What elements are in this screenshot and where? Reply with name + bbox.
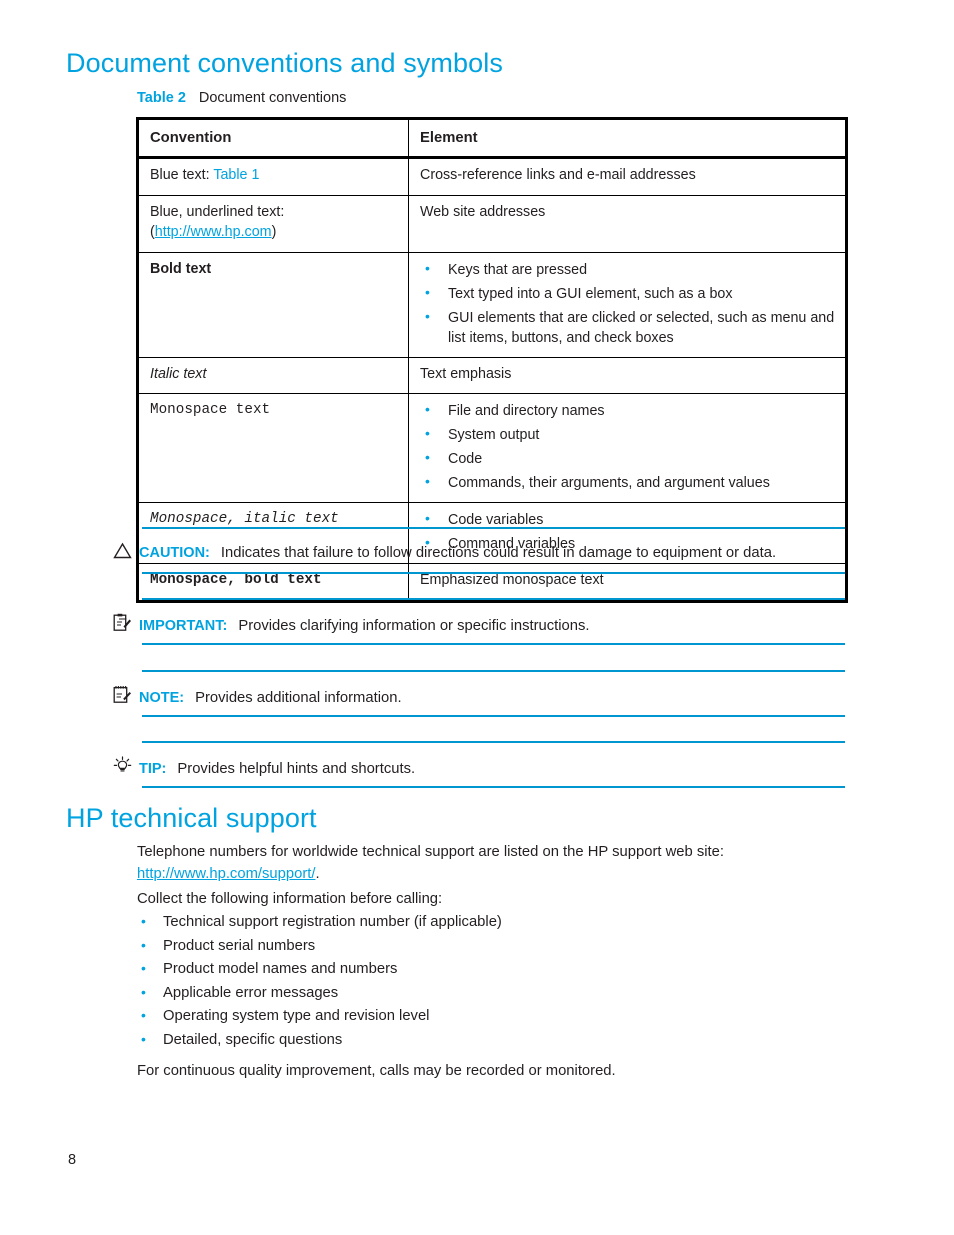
notice-tip: TIP: Provides helpful hints and shortcut… bbox=[113, 741, 845, 788]
cell-element: Web site addresses bbox=[408, 195, 847, 253]
table-caption: Table 2 Document conventions bbox=[137, 90, 346, 106]
caution-triangle-icon bbox=[113, 542, 139, 559]
cell-element: File and directory names System output C… bbox=[408, 393, 847, 504]
cell-convention: Italic text bbox=[137, 356, 409, 395]
list-item: Product serial numbers bbox=[137, 938, 837, 963]
divider-line bbox=[142, 598, 845, 600]
support-intro-text: Telephone numbers for worldwide technica… bbox=[137, 844, 724, 860]
cell-convention: Blue, underlined text: (http://www.hp.co… bbox=[137, 195, 409, 253]
lightbulb-icon bbox=[113, 756, 139, 775]
divider-line bbox=[142, 643, 845, 645]
divider-line bbox=[142, 527, 845, 529]
table-header-row: Convention Element bbox=[137, 117, 847, 160]
list-item: System output bbox=[420, 424, 835, 445]
section-heading-document-conventions: Document conventions and symbols bbox=[66, 48, 503, 78]
cell-element: Cross-reference links and e-mail address… bbox=[408, 157, 847, 197]
element-bullet-list: Keys that are pressed Text typed into a … bbox=[420, 259, 835, 348]
notice-text: Indicates that failure to follow directi… bbox=[220, 545, 777, 561]
notice-content: TIP: Provides helpful hints and shortcut… bbox=[113, 754, 845, 777]
notice-important: IMPORTANT: Provides clarifying informati… bbox=[113, 598, 845, 645]
notice-label: IMPORTANT: bbox=[139, 618, 228, 634]
table-row: Italic text Text emphasis bbox=[137, 356, 847, 395]
notice-content: NOTE: Provides additional information. bbox=[113, 683, 845, 706]
table-row: Bold text Keys that are pressed Text typ… bbox=[137, 251, 847, 358]
table-row: Monospace text File and directory names … bbox=[137, 393, 847, 504]
table-1-link[interactable]: Table 1 bbox=[213, 167, 259, 183]
list-item: Technical support registration number (i… bbox=[137, 914, 837, 939]
notice-text: Provides helpful hints and shortcuts. bbox=[177, 761, 416, 777]
table-caption-label: Table 2 bbox=[137, 90, 186, 106]
sentence-period: . bbox=[315, 866, 320, 883]
table-row: Blue text: Table 1 Cross-reference links… bbox=[137, 157, 847, 197]
notice-label: CAUTION: bbox=[139, 545, 210, 561]
support-info-list: Technical support registration number (i… bbox=[137, 914, 837, 1057]
divider-line bbox=[142, 572, 845, 574]
list-item: Operating system type and revision level bbox=[137, 1008, 837, 1033]
notice-note: NOTE: Provides additional information. bbox=[113, 670, 845, 717]
list-item: Text typed into a GUI element, such as a… bbox=[420, 283, 835, 304]
section-heading-hp-technical-support: HP technical support bbox=[66, 803, 317, 833]
blue-underlined-example: (http://www.hp.com) bbox=[150, 223, 398, 243]
list-item: Detailed, specific questions bbox=[137, 1032, 837, 1057]
divider-line bbox=[142, 670, 845, 672]
notice-text: Provides additional information. bbox=[195, 690, 402, 706]
hp-com-link[interactable]: http://www.hp.com bbox=[155, 224, 272, 240]
blue-underlined-label: Blue, underlined text: bbox=[150, 204, 285, 221]
table-row: Blue, underlined text: (http://www.hp.co… bbox=[137, 195, 847, 253]
divider-line bbox=[142, 741, 845, 743]
page-number: 8 bbox=[68, 1152, 77, 1168]
column-header-element: Element bbox=[408, 117, 847, 160]
divider-line bbox=[142, 786, 845, 788]
notice-label: TIP: bbox=[139, 761, 167, 777]
hp-support-link[interactable]: http://www.hp.com/support/ bbox=[137, 866, 315, 882]
list-item: GUI elements that are clicked or selecte… bbox=[420, 307, 835, 348]
cell-element: Keys that are pressed Text typed into a … bbox=[408, 251, 847, 358]
clipboard-pencil-icon bbox=[113, 613, 139, 632]
support-footer-paragraph: For continuous quality improvement, call… bbox=[137, 1063, 616, 1079]
document-page: Document conventions and symbols Table 2… bbox=[0, 0, 954, 1235]
cell-convention: Bold text bbox=[137, 251, 409, 358]
list-item: File and directory names bbox=[420, 400, 835, 421]
notepad-pencil-icon bbox=[113, 685, 139, 704]
cell-convention: Monospace text bbox=[137, 393, 409, 504]
list-item: Product model names and numbers bbox=[137, 961, 837, 986]
notice-label: NOTE: bbox=[139, 690, 185, 706]
cell-convention: Blue text: Table 1 bbox=[137, 157, 409, 197]
list-item: Applicable error messages bbox=[137, 985, 837, 1010]
list-item: Keys that are pressed bbox=[420, 259, 835, 280]
notice-content: CAUTION: Indicates that failure to follo… bbox=[113, 540, 845, 561]
list-item: Code bbox=[420, 448, 835, 469]
notice-caution: CAUTION: Indicates that failure to follo… bbox=[113, 527, 845, 574]
notice-content: IMPORTANT: Provides clarifying informati… bbox=[113, 611, 845, 634]
element-bullet-list: File and directory names System output C… bbox=[420, 400, 835, 493]
list-item: Commands, their arguments, and argument … bbox=[420, 472, 835, 493]
notice-text: Provides clarifying information or speci… bbox=[238, 618, 590, 634]
column-header-convention: Convention bbox=[137, 117, 409, 160]
divider-line bbox=[142, 715, 845, 717]
table-caption-text: Document conventions bbox=[198, 90, 347, 106]
support-collect-paragraph: Collect the following information before… bbox=[137, 891, 443, 907]
support-intro-paragraph: Telephone numbers for worldwide technica… bbox=[137, 841, 837, 885]
paren-close: ) bbox=[271, 223, 277, 240]
blue-text-prefix: Blue text: bbox=[150, 167, 214, 184]
cell-element: Text emphasis bbox=[408, 356, 847, 395]
